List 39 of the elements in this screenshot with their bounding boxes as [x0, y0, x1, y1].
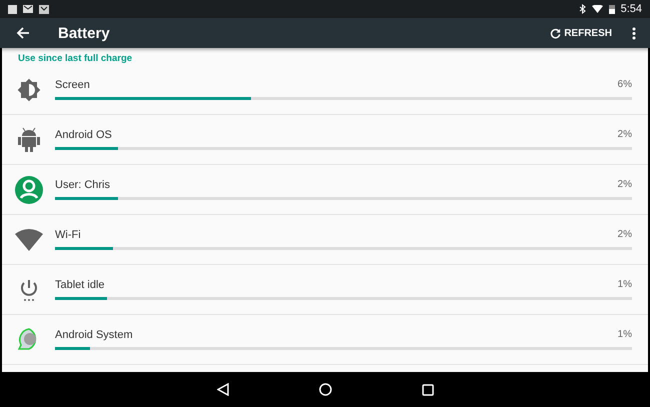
mail-icon — [23, 5, 33, 13]
usage-percent: 1% — [618, 329, 632, 341]
app-name: Wi-Fi — [55, 229, 81, 241]
app-name: Android OS — [55, 129, 112, 141]
home-icon[interactable] — [318, 383, 332, 396]
app-name: Tablet idle — [55, 279, 105, 291]
image-icon — [8, 4, 17, 14]
usage-row[interactable]: Android System 1% — [2, 315, 648, 365]
power-icon — [18, 278, 38, 302]
brightness-icon — [16, 78, 40, 102]
mail-icon — [39, 4, 49, 14]
usage-percent: 6% — [618, 79, 632, 91]
battery-icon — [608, 4, 615, 14]
refresh-button[interactable]: REFRESH — [550, 28, 612, 38]
usage-row[interactable]: Tablet idle 1% — [2, 265, 648, 315]
bluetooth-icon — [578, 4, 586, 14]
usage-row[interactable]: Android OS 2% — [2, 115, 648, 165]
wifi-signal-icon — [592, 5, 603, 13]
app-name: User: Chris — [55, 179, 110, 191]
usage-percent: 1% — [618, 279, 632, 291]
android-icon — [16, 126, 40, 153]
app-name: Screen — [55, 79, 90, 91]
back-nav-icon[interactable] — [216, 383, 228, 396]
refresh-icon — [550, 28, 562, 38]
usage-percent: 2% — [618, 179, 632, 191]
section-header: Use since last full charge — [17, 52, 134, 65]
app-name: Android System — [55, 329, 133, 341]
screen-title: Battery — [58, 24, 111, 42]
clock: 5:54 — [620, 3, 642, 15]
usage-row[interactable]: User: Chris 2% — [2, 165, 648, 215]
usage-percent: 2% — [618, 129, 632, 141]
more-icon[interactable] — [632, 26, 636, 40]
wifi-icon — [14, 228, 42, 250]
usage-row[interactable]: Wi-Fi 2% — [2, 215, 648, 265]
usage-percent: 2% — [618, 229, 632, 241]
recents-icon[interactable] — [422, 384, 434, 396]
usage-row[interactable]: Screen 6% — [2, 65, 648, 115]
back-icon[interactable] — [16, 27, 30, 39]
user-icon — [14, 176, 42, 204]
